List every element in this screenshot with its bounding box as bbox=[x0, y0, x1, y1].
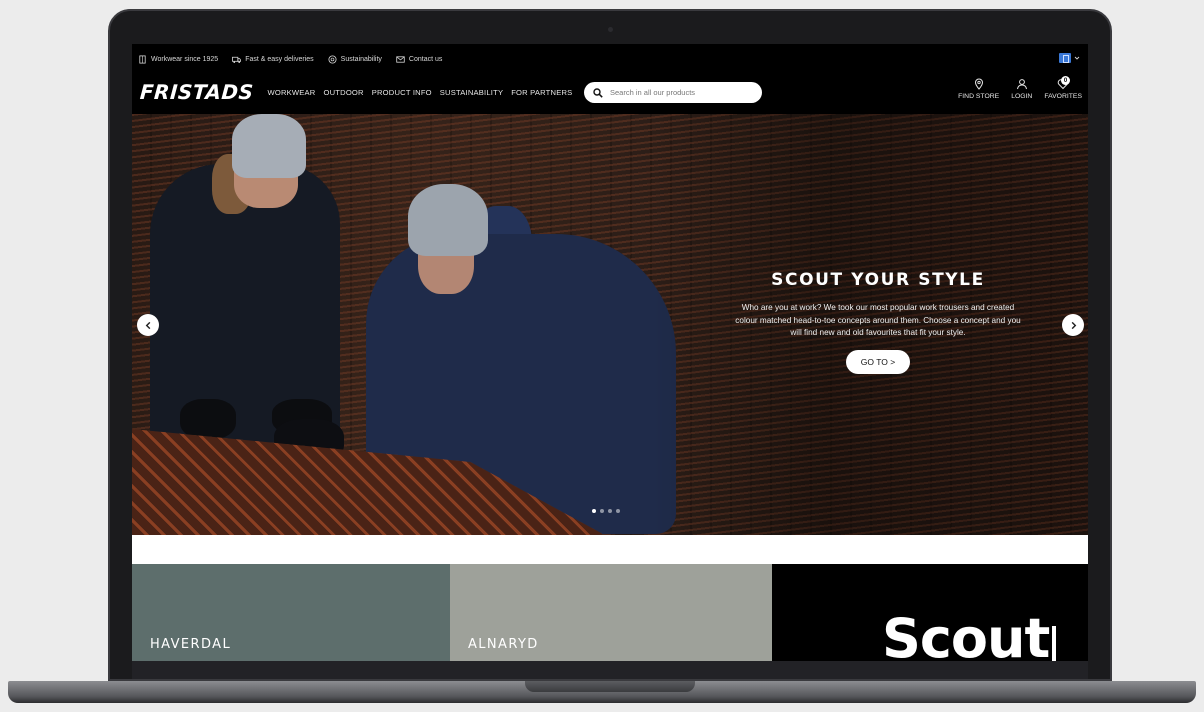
shirt-icon bbox=[139, 54, 146, 64]
language-switcher[interactable] bbox=[1059, 53, 1080, 63]
section-divider bbox=[132, 535, 1088, 564]
hero-title: SCOUT YOUR STYLE bbox=[771, 270, 985, 290]
flag-icon bbox=[1059, 53, 1071, 63]
carousel-next-button[interactable] bbox=[1062, 314, 1084, 336]
hero-glove bbox=[180, 399, 236, 439]
utility-label: Workwear since 1925 bbox=[151, 55, 219, 63]
utility-label: Contact us bbox=[408, 55, 443, 63]
favorites-label: FAVORITES bbox=[1044, 93, 1082, 100]
login-button[interactable]: LOGIN bbox=[1011, 78, 1032, 100]
mail-icon bbox=[396, 55, 405, 63]
tile-label: HAVERDAL bbox=[150, 637, 232, 652]
find-store-button[interactable]: FIND STORE bbox=[958, 78, 999, 100]
chevron-down-icon bbox=[1074, 56, 1080, 60]
search-input[interactable] bbox=[610, 88, 750, 97]
tile-scout-title: Scout bbox=[882, 607, 1050, 662]
concept-tile-alnaryd[interactable]: ALNARYD bbox=[450, 564, 772, 661]
text-cursor-bar bbox=[1052, 626, 1056, 661]
go-to-button[interactable]: GO TO > bbox=[845, 349, 911, 374]
utility-label: Sustainability bbox=[340, 55, 382, 63]
utility-item-deliveries[interactable]: Fast & easy deliveries bbox=[232, 55, 314, 64]
location-pin-icon bbox=[974, 78, 983, 90]
hero-text: Who are you at work? We took our most po… bbox=[735, 303, 1021, 337]
hero-person-beanie bbox=[232, 114, 306, 178]
camera-icon bbox=[608, 27, 613, 32]
nav-link-for-partners[interactable]: FOR PARTNERS bbox=[511, 88, 572, 97]
carousel-dot[interactable] bbox=[600, 509, 604, 513]
truck-icon bbox=[232, 56, 242, 63]
carousel-dot[interactable] bbox=[616, 509, 620, 513]
utility-item-contact[interactable]: Contact us bbox=[396, 55, 442, 64]
user-icon bbox=[1016, 79, 1027, 90]
carousel-dot[interactable] bbox=[608, 509, 612, 513]
nav-link-workwear[interactable]: WORKWEAR bbox=[267, 88, 315, 97]
utility-label: Fast & easy deliveries bbox=[245, 55, 314, 63]
search-icon[interactable] bbox=[593, 87, 603, 98]
carousel-dots bbox=[592, 509, 620, 513]
screen-bezel-bottom bbox=[132, 661, 1088, 679]
main-nav: FRISTADS WORKWEAR OUTDOOR PRODUCT INFO S… bbox=[132, 74, 1088, 110]
utility-item-workwear[interactable]: Workwear since 1925 bbox=[138, 54, 219, 64]
hero-banner[interactable]: SCOUT YOUR STYLE Who are you at work? We… bbox=[132, 114, 1088, 535]
laptop-notch bbox=[525, 681, 695, 692]
utility-item-sustainability[interactable]: Sustainability bbox=[328, 54, 382, 64]
nav-link-outdoor[interactable]: OUTDOOR bbox=[324, 88, 364, 97]
nav-link-sustainability[interactable]: SUSTAINABILITY bbox=[440, 88, 503, 97]
find-store-label: FIND STORE bbox=[958, 93, 1000, 100]
favorites-count-badge: 0 bbox=[1061, 76, 1070, 85]
login-label: LOGIN bbox=[1011, 93, 1033, 100]
search-bar[interactable] bbox=[584, 82, 762, 103]
nav-actions: FIND STORE LOGIN 0 FAVORITES bbox=[958, 76, 1082, 100]
chevron-left-icon bbox=[145, 321, 150, 329]
tile-label: ALNARYD bbox=[468, 637, 539, 652]
nav-link-product-info[interactable]: PRODUCT INFO bbox=[372, 88, 432, 97]
chevron-right-icon bbox=[1071, 321, 1076, 329]
favorites-button[interactable]: 0 FAVORITES bbox=[1044, 76, 1082, 100]
carousel-dot[interactable] bbox=[592, 509, 596, 513]
hero-content: SCOUT YOUR STYLE Who are you at work? We… bbox=[730, 270, 1026, 374]
logo[interactable]: FRISTADS bbox=[139, 80, 254, 104]
nav-links: WORKWEAR OUTDOOR PRODUCT INFO SUSTAINABI… bbox=[267, 88, 572, 97]
concept-tile-haverdal[interactable]: HAVERDAL bbox=[132, 564, 450, 661]
browser-screen: Workwear since 1925 Fast & easy deliveri… bbox=[132, 44, 1088, 661]
hero-person-beanie bbox=[408, 184, 488, 256]
leaf-icon bbox=[328, 54, 337, 64]
concept-tile-scout[interactable]: Scout bbox=[772, 564, 1088, 661]
carousel-prev-button[interactable] bbox=[137, 314, 159, 336]
utility-bar: Workwear since 1925 Fast & easy deliveri… bbox=[132, 44, 1088, 74]
